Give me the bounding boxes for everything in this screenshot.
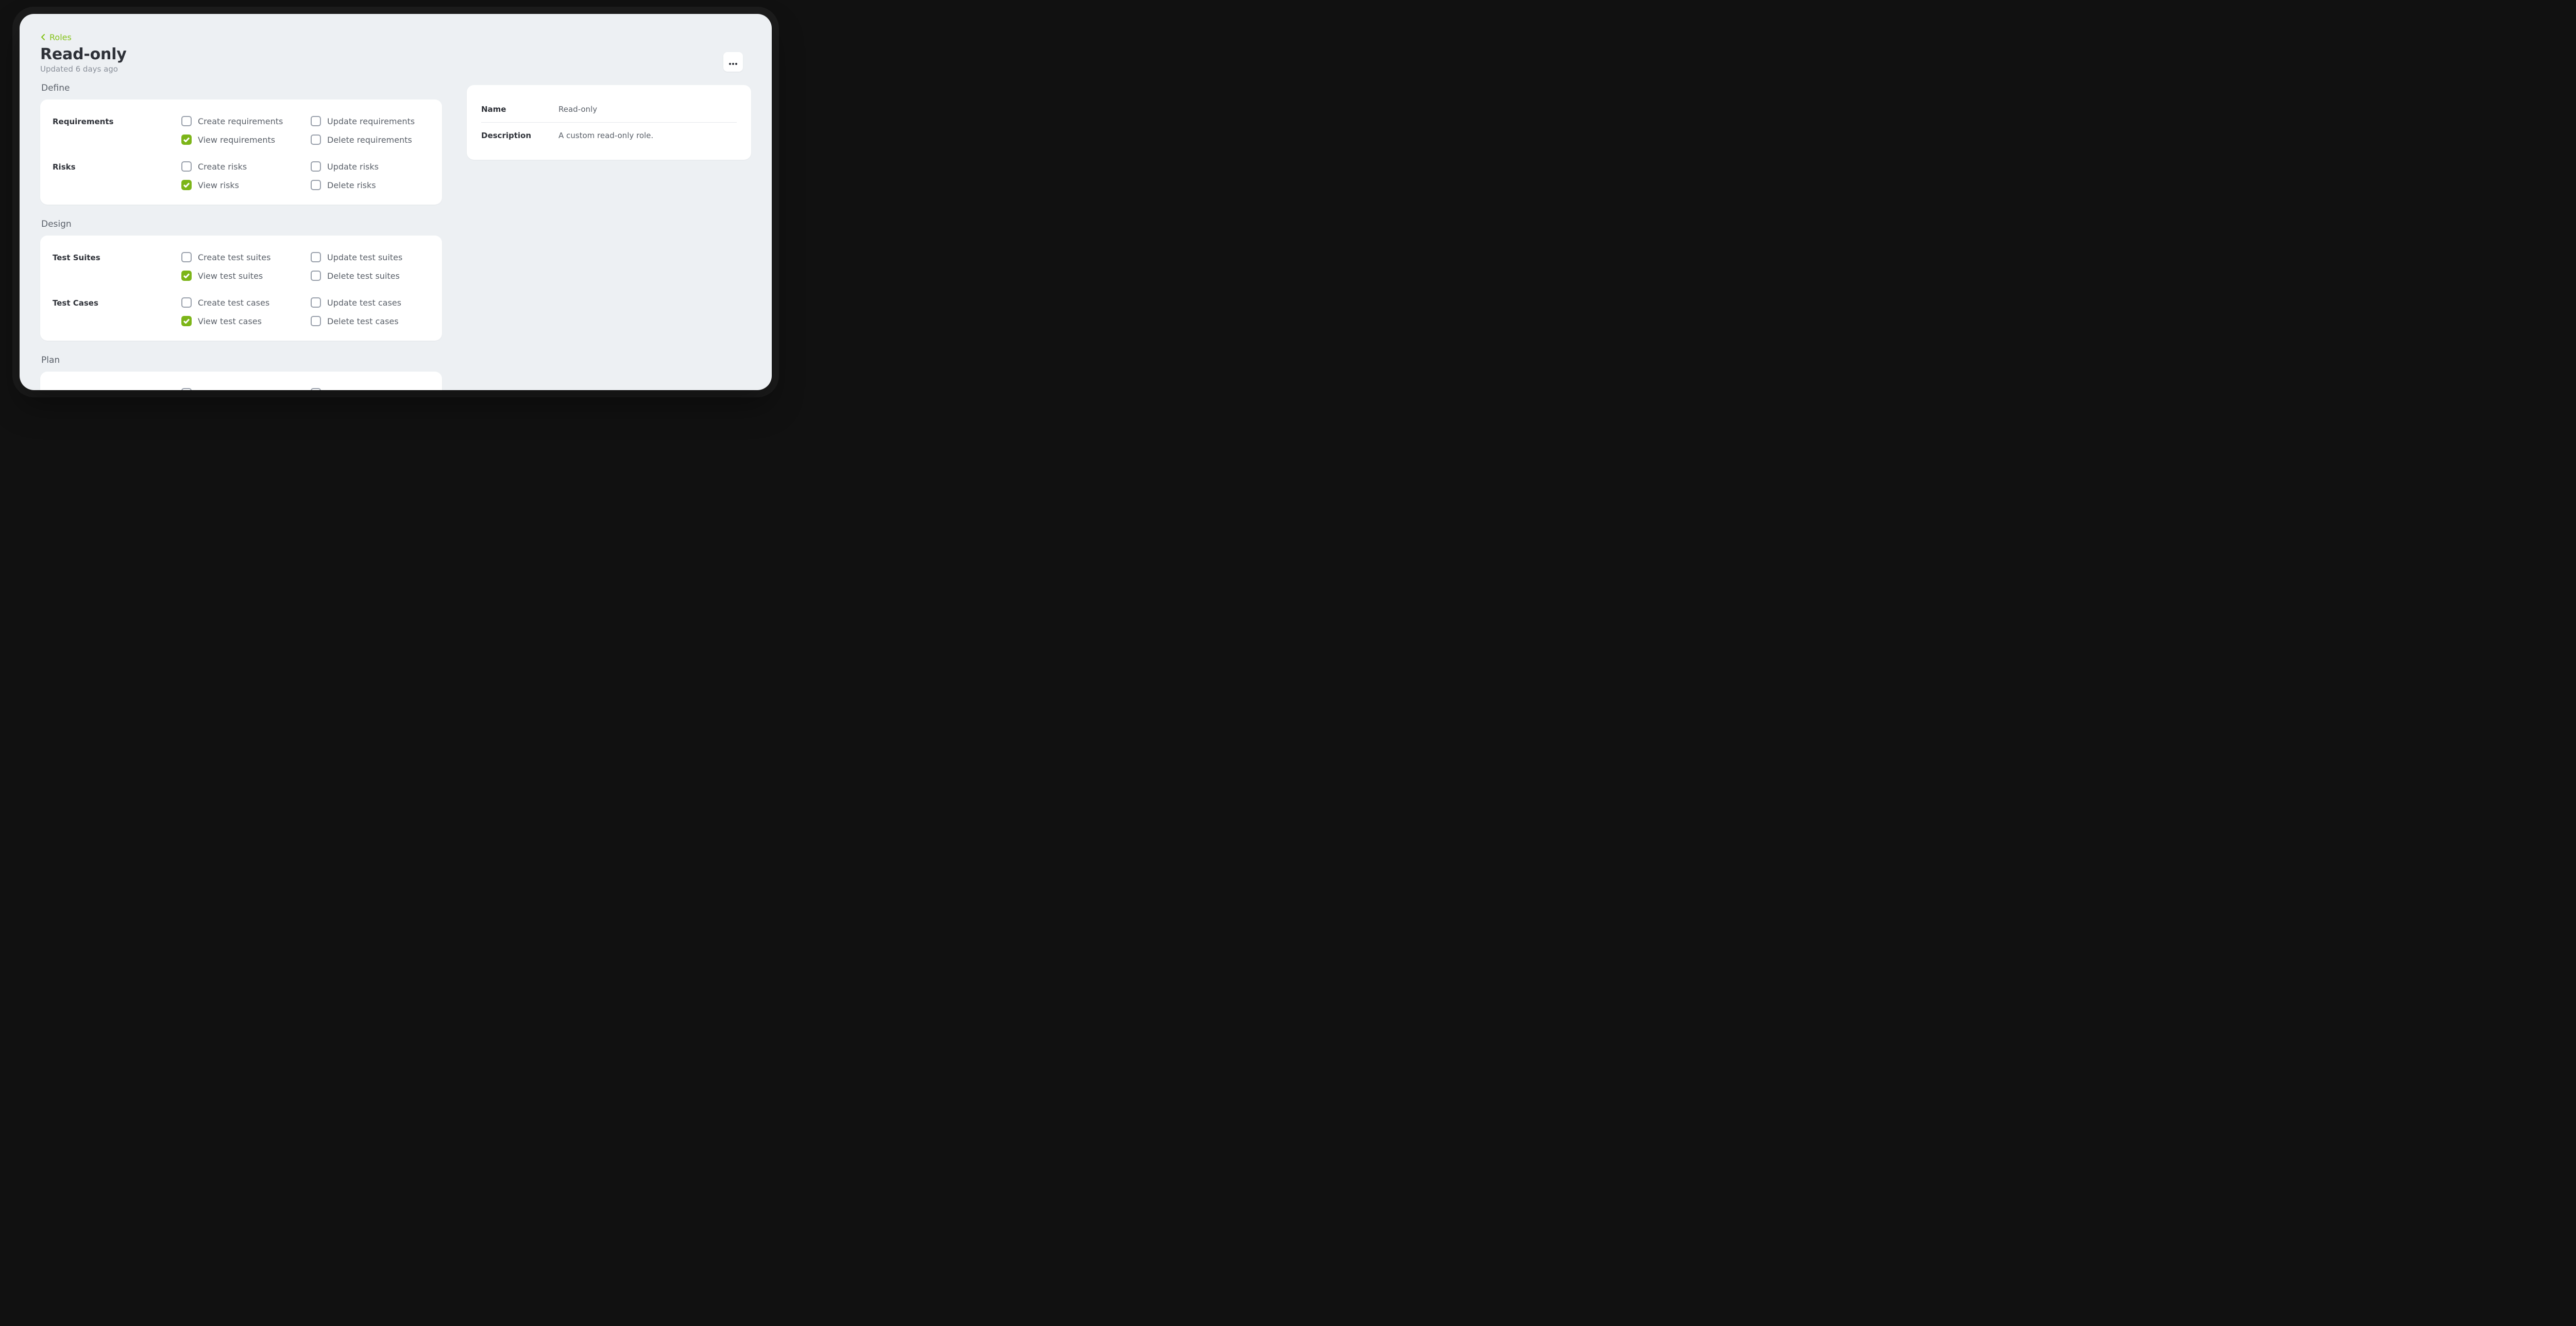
summary-row-name: Name Read-only (481, 96, 737, 122)
chevron-left-icon (40, 32, 46, 42)
checkbox-icon (311, 271, 321, 281)
perm-group-test-suites: Test Suites Create test suites Update te… (53, 247, 430, 286)
checkbox-icon (181, 388, 192, 390)
perm-group-risks: Risks Create risks Update risks (53, 150, 430, 195)
checkbox-checked-icon (181, 271, 192, 281)
section-title-design: Design (41, 219, 442, 229)
checkbox-icon (181, 116, 192, 126)
perm-update-milestones[interactable]: Update milestones (311, 388, 430, 390)
checkbox-icon (311, 180, 321, 190)
perm-label: View test suites (198, 271, 263, 281)
perm-update-risks[interactable]: Update risks (311, 161, 430, 172)
checkbox-icon (311, 316, 321, 326)
perm-view-test-suites[interactable]: View test suites (181, 271, 300, 281)
checkbox-icon (181, 252, 192, 262)
checkbox-icon (181, 161, 192, 172)
perm-delete-risks[interactable]: Delete risks (311, 180, 430, 190)
perm-create-test-suites[interactable]: Create test suites (181, 252, 300, 262)
section-title-plan: Plan (41, 355, 442, 365)
checkbox-icon (311, 388, 321, 390)
perm-view-risks[interactable]: View risks (181, 180, 300, 190)
perm-label: Delete test suites (327, 271, 400, 281)
perm-label: Update risks (327, 162, 379, 172)
summary-value: Read-only (558, 105, 597, 114)
perm-label: View requirements (198, 135, 275, 145)
summary-label: Description (481, 131, 558, 140)
perm-group-label: Requirements (53, 116, 181, 126)
perm-create-requirements[interactable]: Create requirements (181, 116, 300, 126)
perm-group-test-cases: Test Cases Create test cases Update test… (53, 286, 430, 331)
permissions-card-define: Requirements Create requirements Update … (40, 99, 442, 205)
perm-create-test-cases[interactable]: Create test cases (181, 297, 300, 308)
back-link[interactable]: Roles (40, 32, 72, 42)
perm-update-requirements[interactable]: Update requirements (311, 116, 430, 126)
summary-row-description: Description A custom read-only role. (481, 122, 737, 148)
checkbox-checked-icon (181, 316, 192, 326)
perm-label: Delete requirements (327, 135, 412, 145)
checkbox-icon (311, 135, 321, 145)
more-horizontal-icon (729, 57, 737, 67)
perm-label: Create milestones (198, 389, 273, 391)
perm-update-test-suites[interactable]: Update test suites (311, 252, 430, 262)
perm-update-test-cases[interactable]: Update test cases (311, 297, 430, 308)
perm-label: Update test suites (327, 253, 402, 262)
app-window: Roles Read-only Updated 6 days ago Defin… (20, 14, 772, 390)
perm-label: Create test cases (198, 298, 269, 308)
perm-label: Create requirements (198, 116, 283, 126)
perm-group-label: Test Cases (53, 297, 181, 308)
back-link-label: Roles (49, 32, 72, 42)
perm-label: Delete risks (327, 180, 376, 190)
perm-label: Create test suites (198, 253, 270, 262)
perm-view-test-cases[interactable]: View test cases (181, 316, 300, 326)
checkbox-icon (311, 161, 321, 172)
checkbox-icon (311, 297, 321, 308)
perm-group-label: Test Suites (53, 252, 181, 262)
perm-create-risks[interactable]: Create risks (181, 161, 300, 172)
more-actions-button[interactable] (723, 52, 743, 72)
page-title: Read-only (40, 45, 751, 63)
checkbox-icon (311, 252, 321, 262)
perm-label: Update requirements (327, 116, 415, 126)
perm-label: View risks (198, 180, 239, 190)
perm-label: Update milestones (327, 389, 404, 391)
perm-delete-test-cases[interactable]: Delete test cases (311, 316, 430, 326)
checkbox-checked-icon (181, 180, 192, 190)
checkbox-checked-icon (181, 135, 192, 145)
perm-delete-requirements[interactable]: Delete requirements (311, 135, 430, 145)
perm-label: Update test cases (327, 298, 401, 308)
perm-delete-test-suites[interactable]: Delete test suites (311, 271, 430, 281)
perm-group-milestones: Milestones Create milestones Update mile… (53, 383, 430, 390)
perm-group-label: Risks (53, 161, 181, 172)
perm-group-requirements: Requirements Create requirements Update … (53, 111, 430, 150)
perm-group-label: Milestones (53, 388, 181, 390)
summary-label: Name (481, 105, 558, 114)
permissions-card-plan: Milestones Create milestones Update mile… (40, 372, 442, 390)
permissions-card-design: Test Suites Create test suites Update te… (40, 236, 442, 341)
perm-label: View test cases (198, 316, 262, 326)
perm-label: Create risks (198, 162, 247, 172)
page-subtitle: Updated 6 days ago (40, 64, 751, 74)
perm-label: Delete test cases (327, 316, 399, 326)
perm-create-milestones[interactable]: Create milestones (181, 388, 300, 390)
checkbox-icon (181, 297, 192, 308)
checkbox-icon (311, 116, 321, 126)
role-summary-card: Name Read-only Description A custom read… (467, 85, 751, 160)
section-title-define: Define (41, 83, 442, 93)
perm-view-requirements[interactable]: View requirements (181, 135, 300, 145)
summary-value: A custom read-only role. (558, 131, 653, 140)
